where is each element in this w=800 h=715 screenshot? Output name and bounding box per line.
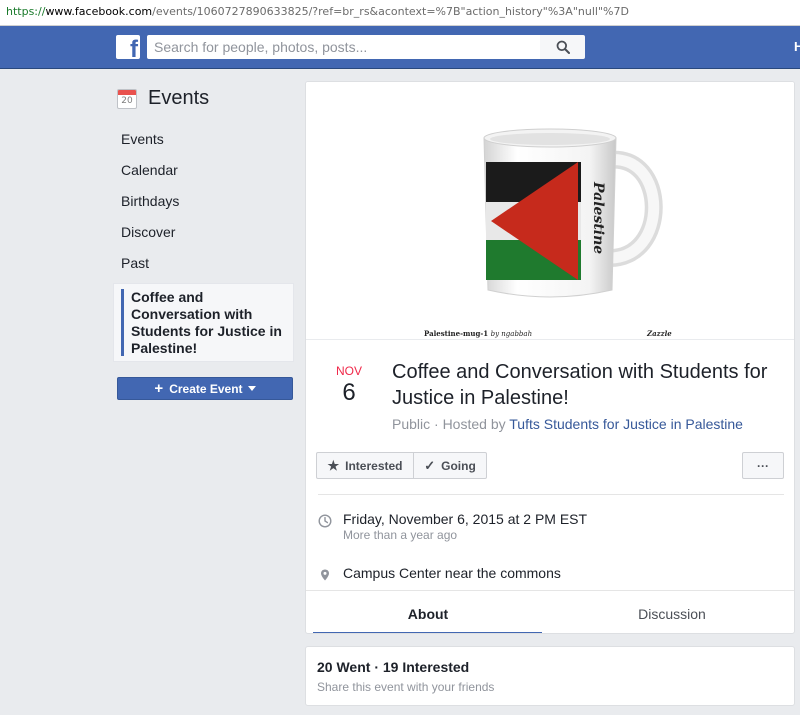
going-button[interactable]: ✓ Going: [413, 452, 487, 479]
sidebar-item-current-event[interactable]: Coffee and Conversation with Students fo…: [113, 283, 294, 362]
event-date-badge: NOV 6: [326, 364, 372, 407]
facebook-logo-letter: f: [130, 36, 138, 60]
event-month: NOV: [335, 364, 362, 378]
cover-caption-brand: Zazzle: [647, 329, 672, 338]
share-event-text: Share this event with your friends: [317, 680, 495, 694]
tab-about[interactable]: About: [306, 591, 550, 633]
sidebar-header: 20 Events: [117, 87, 209, 110]
facebook-logo[interactable]: f: [116, 35, 140, 59]
sidebar-item-birthdays[interactable]: Birthdays: [113, 187, 294, 218]
cover-caption-name: Palestine-mug-1: [424, 329, 489, 338]
event-datetime-relative: More than a year ago: [343, 528, 458, 542]
url-path: /events/1060727890633825/?ref=br_rs&acon…: [152, 5, 629, 18]
star-icon: ★: [327, 457, 340, 473]
top-bar: f H: [0, 26, 800, 69]
plus-icon: +: [154, 379, 164, 397]
sidebar-title: Events: [148, 87, 210, 109]
checkmark-icon: ✓: [424, 457, 436, 473]
cover-divider: [306, 339, 794, 340]
event-tabs: About Discussion: [306, 590, 794, 633]
url-scheme: https://: [6, 5, 46, 18]
sidebar-item-discover[interactable]: Discover: [113, 218, 294, 249]
sidebar-item-calendar[interactable]: Calendar: [113, 156, 294, 187]
address-bar[interactable]: https://www.facebook.com/events/10607278…: [0, 0, 800, 26]
create-event-button[interactable]: + Create Event: [117, 377, 293, 400]
more-options-icon: ···: [757, 458, 769, 473]
event-privacy-host: Public · Hosted by Tufts Students for Ju…: [392, 416, 743, 432]
interested-label: Interested: [345, 458, 403, 473]
event-cover-photo[interactable]: Palestine Palestine-mug-1 by ngabbah Zaz…: [306, 82, 794, 340]
interested-button[interactable]: ★ Interested: [316, 452, 414, 479]
calendar-icon: 20: [117, 88, 137, 109]
search-input[interactable]: [147, 35, 540, 59]
create-event-label: Create Event: [169, 381, 243, 396]
clock-icon: [318, 514, 332, 528]
calendar-icon-day: 20: [121, 95, 133, 106]
event-location[interactable]: Campus Center near the commons: [343, 564, 561, 582]
home-link[interactable]: H: [794, 39, 800, 54]
url-host: www.facebook.com: [45, 5, 153, 18]
event-location-row: Campus Center near the commons: [318, 564, 561, 582]
cover-caption-by: by ngabbah: [490, 330, 533, 338]
section-divider: [318, 494, 784, 495]
more-options-button[interactable]: ···: [742, 452, 784, 479]
search-icon: [556, 40, 570, 54]
sidebar-item-past[interactable]: Past: [113, 249, 294, 280]
event-card: Palestine Palestine-mug-1 by ngabbah Zaz…: [305, 81, 795, 634]
caret-down-icon: [247, 386, 256, 391]
tab-discussion[interactable]: Discussion: [550, 591, 794, 633]
attendance-summary[interactable]: 20 Went · 19 Interested: [317, 659, 469, 675]
event-host-link[interactable]: Tufts Students for Justice in Palestine: [509, 416, 743, 432]
mug-text: Palestine: [590, 181, 606, 254]
event-privacy: Public · Hosted by: [392, 416, 506, 432]
sidebar-nav: Events Calendar Birthdays Discover Past: [113, 125, 294, 280]
event-day: 6: [342, 379, 356, 406]
search-button[interactable]: [540, 35, 585, 59]
going-label: Going: [441, 458, 476, 473]
location-pin-icon: [321, 569, 329, 581]
sidebar-item-events[interactable]: Events: [113, 125, 294, 156]
event-title: Coffee and Conversation with Students fo…: [392, 361, 768, 409]
palestine-mug-image: Palestine: [483, 128, 663, 298]
event-time-row: Friday, November 6, 2015 at 2 PM EST Mor…: [318, 510, 587, 543]
event-datetime: Friday, November 6, 2015 at 2 PM EST: [343, 511, 588, 527]
attendance-card: 20 Went · 19 Interested Share this event…: [305, 646, 795, 706]
cover-caption-title: Palestine-mug-1 by ngabbah: [424, 329, 532, 338]
